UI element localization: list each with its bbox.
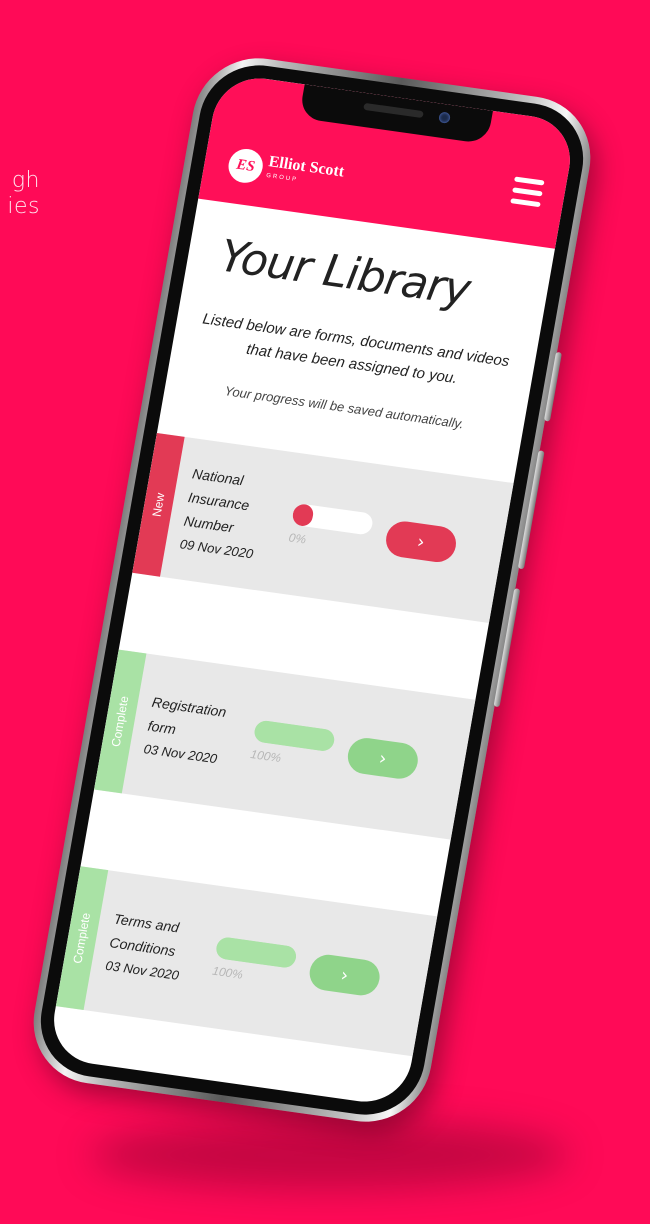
stage: gh ies ES Elliot Scott GROUP Your Librar… — [0, 0, 650, 1224]
document-info: Terms and Conditions 03 Nov 2020 — [90, 905, 215, 992]
chevron-right-icon: › — [415, 530, 427, 553]
logo-badge-icon: ES — [225, 146, 266, 185]
chevron-right-icon: › — [377, 747, 389, 770]
status-label: Complete — [70, 911, 94, 965]
brand-logo[interactable]: ES Elliot Scott GROUP — [225, 146, 346, 196]
background-text-line-2: ies — [7, 194, 40, 219]
progress-bar-fill — [291, 502, 315, 528]
background-text-line-1: gh — [11, 168, 40, 193]
open-document-button[interactable]: › — [383, 519, 459, 565]
progress-bar — [214, 936, 298, 969]
document-info: National Insurance Number 09 Nov 2020 — [164, 460, 294, 570]
progress-bar-fill — [214, 936, 298, 969]
brand-name: Elliot Scott GROUP — [265, 153, 346, 194]
phone-shadow — [90, 1120, 570, 1190]
hamburger-menu-icon[interactable] — [510, 176, 545, 208]
progress-bar — [252, 719, 336, 753]
progress-bar-fill — [252, 719, 336, 753]
menu-line — [514, 176, 545, 186]
speaker-grille — [363, 102, 424, 119]
document-card[interactable]: New National Insurance Number 09 Nov 202… — [132, 432, 514, 623]
page-title: Your Library — [216, 230, 474, 316]
progress-section: 0% — [282, 502, 380, 556]
library-content: Your Library Listed below are forms, doc… — [55, 199, 555, 1057]
front-camera-icon — [438, 111, 451, 124]
menu-line — [510, 198, 541, 208]
chevron-right-icon: › — [339, 964, 351, 986]
progress-section: 100% — [243, 719, 341, 773]
document-card[interactable]: Complete Registration form 03 Nov 2020 1… — [94, 649, 476, 840]
progress-section: 100% — [205, 935, 303, 989]
status-label: New — [149, 492, 168, 518]
status-label: Complete — [108, 695, 132, 748]
document-info: Registration form 03 Nov 2020 — [128, 688, 253, 775]
progress-bar — [291, 502, 375, 536]
phone: ES Elliot Scott GROUP Your Library Liste… — [23, 50, 601, 1130]
open-document-button[interactable]: › — [306, 952, 383, 998]
menu-line — [512, 187, 543, 197]
document-card[interactable]: Complete Terms and Conditions 03 Nov 202… — [55, 866, 438, 1057]
open-document-button[interactable]: › — [345, 735, 421, 782]
